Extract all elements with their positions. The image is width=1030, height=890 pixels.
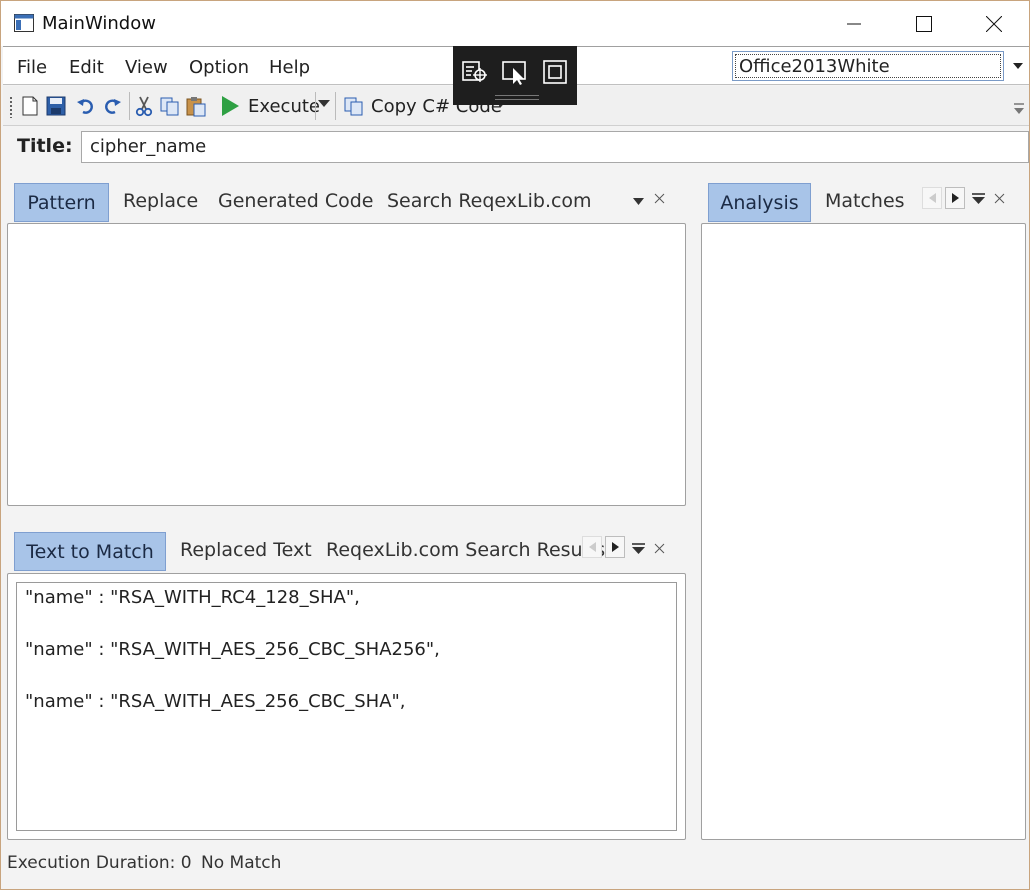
toolbar-separator — [335, 92, 336, 120]
undo-icon[interactable] — [75, 95, 97, 117]
toolbar-overflow-icon[interactable] — [1013, 102, 1025, 116]
debug-toolbar-grip[interactable] — [495, 95, 539, 100]
close-icon[interactable] — [654, 193, 665, 204]
chevron-left-icon — [928, 193, 936, 203]
chevron-right-icon — [951, 193, 959, 203]
chevron-down-icon[interactable] — [318, 100, 330, 108]
debug-toolbar — [453, 46, 577, 105]
menu-view[interactable]: View — [125, 57, 168, 78]
tab-list-icon[interactable] — [632, 543, 645, 554]
tab-scroll-right-button[interactable] — [605, 536, 625, 558]
play-icon[interactable] — [219, 95, 241, 117]
toolbar-separator — [129, 92, 130, 120]
menu-file[interactable]: File — [17, 57, 47, 78]
minimize-icon — [847, 23, 861, 24]
tab-analysis[interactable]: Analysis — [708, 183, 811, 222]
match-status: No Match — [201, 853, 282, 873]
title-input[interactable]: cipher_name — [81, 131, 1029, 163]
tab-text-to-match[interactable]: Text to Match — [14, 532, 166, 571]
close-icon[interactable] — [994, 193, 1005, 204]
close-icon — [986, 15, 1002, 32]
theme-select[interactable]: Office2013White — [732, 51, 1004, 81]
toolbar-separator — [315, 92, 316, 120]
tab-search-regexlib[interactable]: Search ReqexLib.com — [387, 190, 592, 212]
theme-dropdown-button[interactable] — [1006, 51, 1029, 81]
select-element-icon[interactable] — [501, 59, 529, 85]
app-icon — [14, 14, 34, 32]
title-label: Title: — [17, 135, 73, 157]
visual-tree-icon[interactable] — [461, 59, 489, 85]
tab-list-icon[interactable] — [633, 198, 644, 205]
chevron-right-icon — [611, 542, 619, 552]
pattern-editor[interactable] — [7, 223, 686, 506]
text-to-match-editor[interactable]: "name" : "RSA_WITH_RC4_128_SHA", "name" … — [16, 582, 677, 831]
save-icon[interactable] — [45, 95, 67, 117]
display-layout-icon[interactable] — [541, 59, 569, 85]
text-line: "name" : "RSA_WITH_AES_256_CBC_SHA256", — [25, 639, 440, 660]
menu-edit[interactable]: Edit — [69, 57, 104, 78]
paste-icon[interactable] — [185, 95, 207, 117]
tab-replace[interactable]: Replace — [123, 190, 198, 212]
close-icon[interactable] — [654, 543, 665, 554]
tab-replaced-text[interactable]: Replaced Text — [180, 539, 312, 561]
analysis-panel[interactable] — [701, 223, 1026, 840]
menu-help[interactable]: Help — [269, 57, 310, 78]
copy-icon[interactable] — [159, 95, 181, 117]
text-line: "name" : "RSA_WITH_AES_256_CBC_SHA", — [25, 691, 406, 712]
tab-scroll-left-button[interactable] — [582, 536, 602, 558]
tab-generated-code[interactable]: Generated Code — [218, 190, 373, 212]
copy-code-icon[interactable] — [343, 95, 365, 117]
window-title: MainWindow — [42, 13, 156, 34]
menu-option[interactable]: Option — [189, 57, 249, 78]
tab-regexlib-results[interactable]: ReqexLib.com Search Results — [326, 539, 605, 561]
tab-list-icon[interactable] — [972, 193, 985, 204]
cut-icon[interactable] — [133, 95, 155, 117]
new-file-icon[interactable] — [19, 95, 41, 117]
execution-duration: Execution Duration: 0 — [7, 853, 192, 873]
text-line: "name" : "RSA_WITH_RC4_128_SHA", — [25, 587, 360, 608]
chevron-down-icon — [1012, 63, 1023, 69]
maximize-button[interactable] — [889, 1, 959, 46]
redo-icon[interactable] — [101, 95, 123, 117]
chevron-left-icon — [588, 542, 596, 552]
maximize-icon — [916, 15, 932, 32]
minimize-button[interactable] — [819, 1, 889, 46]
execute-button[interactable]: Execute — [248, 96, 320, 117]
main-window: MainWindow File Edit View Option Help Of… — [0, 0, 1030, 890]
tab-scroll-left-button[interactable] — [922, 187, 942, 209]
tab-scroll-right-button[interactable] — [945, 187, 965, 209]
theme-select-value: Office2013White — [735, 54, 1001, 78]
tab-pattern[interactable]: Pattern — [14, 183, 109, 222]
close-button[interactable] — [959, 1, 1029, 46]
title-bar: MainWindow — [1, 1, 1029, 46]
tab-matches[interactable]: Matches — [825, 190, 905, 212]
toolbar-grip[interactable] — [9, 96, 13, 118]
